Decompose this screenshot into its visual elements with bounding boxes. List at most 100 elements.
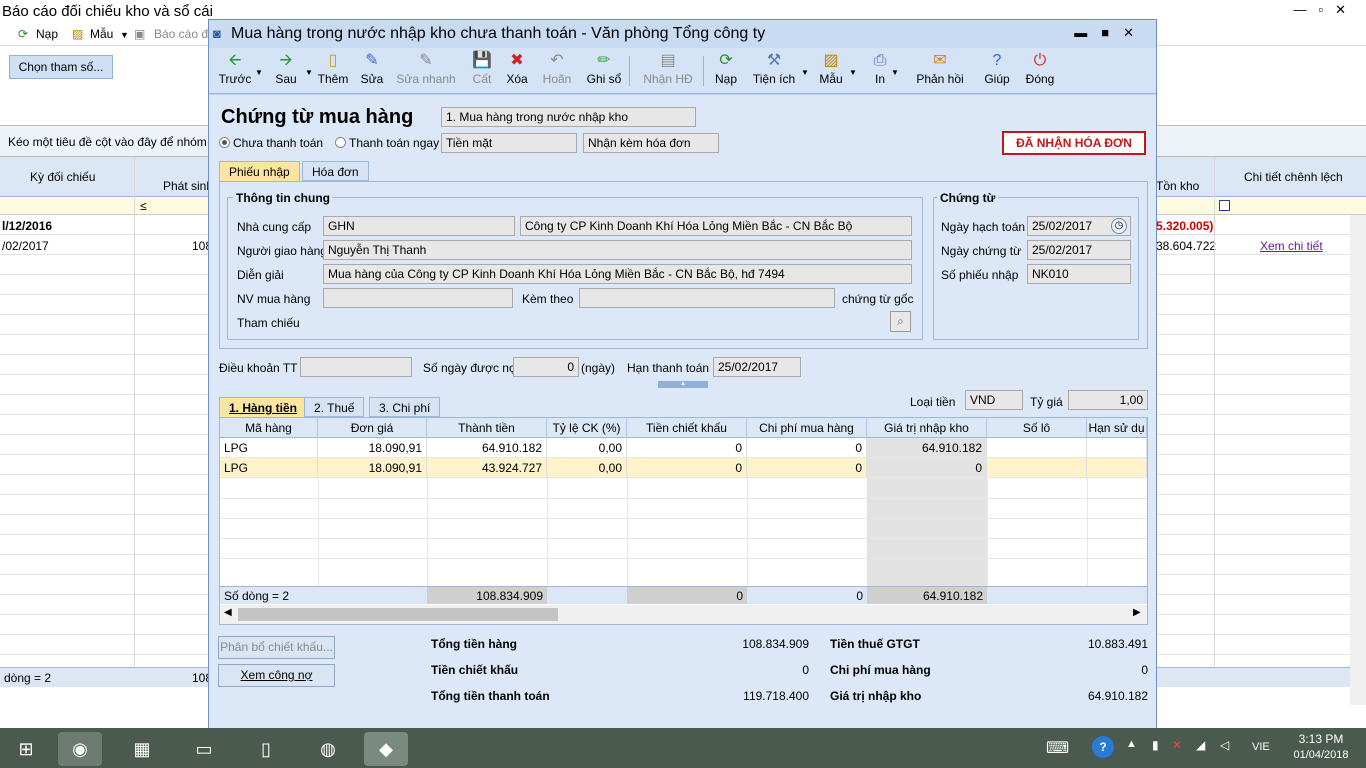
chevron-down-icon[interactable]: ▼ bbox=[305, 68, 313, 77]
start-icon[interactable]: ⊞ bbox=[4, 732, 48, 766]
buyer-input[interactable] bbox=[323, 288, 513, 308]
exchange-rate-input[interactable]: 1,00 bbox=[1068, 390, 1148, 410]
tab-hoa-don[interactable]: Hóa đơn bbox=[302, 161, 369, 181]
accounting-app-icon[interactable]: ◆ bbox=[364, 732, 408, 766]
scroll-thumb[interactable] bbox=[238, 608, 558, 621]
cell[interactable]: 0,00 bbox=[547, 438, 627, 458]
template-button[interactable]: ▨ Mẫu bbox=[815, 50, 847, 86]
next-button[interactable]: 🡪 Sau bbox=[269, 50, 303, 86]
close-button[interactable]: ⏻ Đóng bbox=[1023, 50, 1057, 86]
cell[interactable]: 0 bbox=[627, 458, 747, 478]
chevron-down-icon[interactable]: ▼ bbox=[255, 68, 263, 77]
reference-search-icon[interactable]: ⌕ bbox=[890, 311, 911, 332]
feedback-button[interactable]: ✉ Phản hồi bbox=[913, 50, 967, 86]
credit-days-input[interactable]: 0 bbox=[513, 357, 579, 377]
col-gia-tri-nhap-kho[interactable]: Giá trị nhập kho bbox=[867, 418, 987, 438]
report-mau-button[interactable]: Mẫu bbox=[90, 27, 113, 41]
choose-params-button[interactable]: Chọn tham số... bbox=[9, 55, 113, 79]
report-scrollbar[interactable] bbox=[1350, 215, 1366, 705]
prev-button[interactable]: 🡨 Trước bbox=[217, 50, 253, 86]
voucher-date-input[interactable]: 25/02/2017 bbox=[1027, 240, 1131, 260]
cell[interactable]: 0 bbox=[747, 458, 867, 478]
col-han-su-dung[interactable]: Hạn sử dụ bbox=[1087, 418, 1147, 438]
invoice-option-select[interactable]: Nhận kèm hóa đơn bbox=[583, 133, 719, 153]
calendar-icon[interactable]: ◷ bbox=[1111, 218, 1127, 234]
reload-button[interactable]: ⟳ Nạp bbox=[711, 50, 741, 86]
col-ma-hang[interactable]: Mã hàng bbox=[220, 418, 318, 438]
cell[interactable]: LPG bbox=[220, 458, 318, 478]
volume-icon[interactable]: ◁ bbox=[1220, 738, 1229, 752]
receive-invoice-button[interactable]: ▤ Nhận HĐ bbox=[639, 50, 697, 86]
col-ky-doi-chieu[interactable]: Kỳ đối chiếu bbox=[30, 170, 95, 184]
cell[interactable]: 18.090,91 bbox=[318, 438, 427, 458]
quick-edit-button[interactable]: ✎ Sửa nhanh bbox=[395, 50, 457, 86]
dialog-window-controls[interactable]: ▬■✕ bbox=[1074, 25, 1148, 41]
edit-button[interactable]: ✎ Sửa bbox=[357, 50, 387, 86]
cell[interactable] bbox=[1087, 438, 1147, 458]
description-input[interactable]: Mua hàng của Công ty CP Kinh Doanh Khí H… bbox=[323, 264, 912, 284]
view-detail-link[interactable]: Xem chi tiết bbox=[1260, 239, 1323, 253]
chevron-down-icon[interactable]: ▼ bbox=[801, 68, 809, 77]
col-tien-chiet-khau[interactable]: Tiền chiết khấu bbox=[627, 418, 747, 438]
help-icon[interactable]: ? bbox=[1092, 736, 1114, 758]
chevron-up-icon[interactable]: ▲ bbox=[1126, 738, 1137, 750]
table-row[interactable]: LPG 18.090,91 43.924.727 0,00 0 0 0 bbox=[220, 458, 1147, 478]
col-so-lo[interactable]: Số lô bbox=[987, 418, 1087, 438]
radio-unpaid[interactable] bbox=[219, 137, 230, 148]
col-don-gia[interactable]: Đơn giá bbox=[318, 418, 427, 438]
undo-button[interactable]: ↶ Hoãn bbox=[539, 50, 575, 86]
tab-thue[interactable]: 2. Thuế bbox=[304, 397, 365, 417]
radio-pay-now[interactable] bbox=[335, 137, 346, 148]
receipt-no-input[interactable]: NK010 bbox=[1027, 264, 1131, 284]
supplier-code-input[interactable]: GHN bbox=[323, 216, 515, 236]
language-indicator[interactable]: VIE bbox=[1252, 741, 1270, 753]
cell[interactable]: 43.924.727 bbox=[427, 458, 547, 478]
post-button[interactable]: ✏ Ghi sổ bbox=[585, 50, 623, 86]
scroll-right-icon[interactable]: ▶ bbox=[1133, 607, 1141, 618]
help-button[interactable]: ? Giúp bbox=[981, 50, 1013, 86]
cell[interactable]: 64.910.182 bbox=[867, 438, 987, 458]
filter-operator[interactable]: ≤ bbox=[140, 199, 147, 213]
delete-button[interactable]: ✖ Xóa bbox=[503, 50, 531, 86]
voucher-type-select[interactable]: 1. Mua hàng trong nước nhập kho bbox=[441, 107, 696, 127]
cell[interactable]: 18.090,91 bbox=[318, 458, 427, 478]
col-chi-phi-mua[interactable]: Chi phí mua hàng bbox=[747, 418, 867, 438]
scroll-left-icon[interactable]: ◀ bbox=[224, 607, 232, 618]
cell[interactable]: 0 bbox=[747, 438, 867, 458]
cell[interactable] bbox=[987, 438, 1087, 458]
deliverer-input[interactable]: Nguyễn Thị Thanh bbox=[323, 240, 912, 260]
view-debt-button[interactable]: Xem công nợ bbox=[218, 664, 335, 687]
cell[interactable]: 0 bbox=[627, 438, 747, 458]
tab-hang-tien[interactable]: 1. Hàng tiền bbox=[219, 397, 308, 417]
cell[interactable]: 0,00 bbox=[547, 458, 627, 478]
attachments-input[interactable] bbox=[579, 288, 835, 308]
clock-time[interactable]: 3:13 PM bbox=[1294, 732, 1348, 746]
chevron-down-icon[interactable]: ▼ bbox=[891, 68, 899, 77]
due-date-input[interactable]: 25/02/2017 bbox=[713, 357, 801, 377]
radio-pay-now-label[interactable]: Thanh toán ngay bbox=[349, 136, 439, 150]
cell[interactable] bbox=[987, 458, 1087, 478]
tab-chi-phi[interactable]: 3. Chi phí bbox=[369, 397, 441, 417]
clock-date[interactable]: 01/04/2018 bbox=[1288, 749, 1354, 761]
network-icon[interactable]: ✕ bbox=[1172, 738, 1182, 752]
col-ton-kho[interactable]: Tồn kho bbox=[1156, 179, 1199, 193]
allocate-discount-button[interactable]: Phân bổ chiết khấu... bbox=[218, 636, 335, 659]
document-icon[interactable]: ▯ bbox=[244, 732, 288, 766]
radio-unpaid-label[interactable]: Chưa thanh toán bbox=[233, 136, 323, 150]
payment-terms-input[interactable] bbox=[300, 357, 412, 377]
keyboard-icon[interactable]: ⌨ bbox=[1046, 738, 1069, 758]
chevron-down-icon[interactable]: ▼ bbox=[849, 68, 857, 77]
tab-phieu-nhap[interactable]: Phiếu nhập bbox=[219, 161, 300, 181]
cell[interactable]: LPG bbox=[220, 438, 318, 458]
currency-select[interactable]: VND bbox=[965, 390, 1023, 410]
payment-method-select[interactable]: Tiền mặt bbox=[441, 133, 577, 153]
cell[interactable]: 64.910.182 bbox=[427, 438, 547, 458]
supplier-name-input[interactable]: Công ty CP Kinh Doanh Khí Hóa Lỏng Miền … bbox=[520, 216, 912, 236]
cell[interactable] bbox=[1087, 458, 1147, 478]
signal-icon[interactable]: ◢ bbox=[1196, 738, 1205, 752]
col-phat-sinh[interactable]: Phát sinh bbox=[163, 179, 213, 193]
filter-checkbox[interactable] bbox=[1219, 200, 1230, 211]
add-button[interactable]: ▯ Thêm bbox=[315, 50, 351, 86]
table-row[interactable]: LPG 18.090,91 64.910.182 0,00 0 0 64.910… bbox=[220, 438, 1147, 458]
report-window-controls[interactable]: —▫✕ bbox=[1293, 2, 1358, 18]
